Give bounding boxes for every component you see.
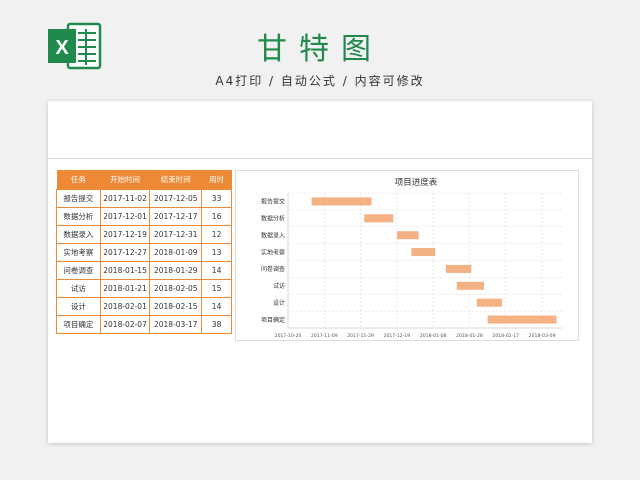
cell-task[interactable]: 数据分析 [56,207,101,226]
table-row: 数据录入 2017-12-19 2017-12-31 12 [56,225,232,244]
y-category-label: 实地考察 [261,248,285,256]
task-table: 任务 开始时间 结束时间 用时 报告提交 2017-11-02 2017-12-05… [56,170,232,334]
column-header-days: 用时 [201,170,232,190]
cell-start[interactable]: 2018-01-21 [99,279,151,298]
table-row: 项目确定 2018-02-07 2018-03-17 38 [56,315,232,334]
cell-end[interactable]: 2017-12-05 [149,189,203,208]
gantt-chart-svg: 项目进度表 2017-10-20 2017-11-09 2017-11-29 2017-… [261,177,562,339]
gantt-bar [445,264,472,273]
cell-start[interactable]: 2018-01-15 [99,261,151,280]
y-category-label: 试访 [273,282,285,290]
gantt-bar [311,197,372,206]
chart-title: 项目进度表 [395,177,438,188]
gantt-bar [456,281,484,290]
gantt-bar [476,298,503,307]
cell-task[interactable]: 问卷调查 [56,261,101,280]
page-subtitle: A4打印 / 自动公式 / 内容可修改 [215,74,425,88]
y-category-label: 报告提交 [261,198,285,206]
cell-task[interactable]: 报告提交 [56,189,101,208]
column-header-start: 开始时间 [100,170,150,190]
cell-end[interactable]: 2018-01-29 [149,261,203,280]
cell-start[interactable]: 2018-02-01 [99,297,151,316]
cell-task[interactable]: 试访 [56,279,101,298]
cell-end[interactable]: 2017-12-31 [149,225,203,244]
gantt-bar [411,248,435,257]
cell-task[interactable]: 实地考察 [56,243,101,262]
x-tick-label: 2017-11-09 [311,333,338,339]
gantt-chart[interactable]: 项目进度表 2017-10-20 2017-11-09 2017-11-29 2017-… [235,170,579,341]
cell-start[interactable]: 2017-12-19 [99,225,151,244]
cell-start[interactable]: 2017-12-27 [99,243,151,262]
x-tick-label: 2017-10-20 [275,333,302,339]
y-category-label: 数据分析 [261,215,285,223]
cell-days[interactable]: 14 [201,297,232,316]
y-category-label: 问卷调查 [261,265,285,273]
cell-end[interactable]: 2017-12-17 [149,207,203,226]
cell-days[interactable]: 13 [201,243,232,262]
x-tick-label: 2018-01-08 [420,333,447,339]
cell-task[interactable]: 设计 [56,297,101,316]
column-header-end: 结束时间 [149,170,202,190]
cell-end[interactable]: 2018-02-05 [149,279,203,298]
x-tick-label: 2017-11-29 [347,333,374,339]
table-row: 实地考察 2017-12-27 2018-01-09 13 [56,243,232,262]
y-category-label: 数据录入 [261,231,285,239]
cell-days[interactable]: 15 [201,279,232,298]
x-tick-label: 2017-12-19 [384,333,411,339]
x-tick-label: 2018-02-17 [492,333,519,339]
gantt-bar [364,214,394,223]
cell-start[interactable]: 2017-12-01 [99,207,151,226]
gantt-bar [487,315,557,324]
x-tick-label: 2018-01-28 [456,333,483,339]
cell-task[interactable]: 数据录入 [56,225,101,244]
column-header-task: 任务 [56,170,101,190]
x-tick-label: 2018-03-09 [529,333,556,339]
cell-days[interactable]: 33 [201,189,232,208]
cell-days[interactable]: 38 [201,315,232,334]
cell-start[interactable]: 2017-11-02 [99,189,151,208]
y-category-label: 设计 [273,299,285,307]
table-row: 设计 2018-02-01 2018-02-15 14 [56,297,232,316]
cell-end[interactable]: 2018-02-15 [149,297,203,316]
table-row: 报告提交 2017-11-02 2017-12-05 33 [56,189,232,208]
cell-start[interactable]: 2018-02-07 [99,315,151,334]
cell-days[interactable]: 14 [201,261,232,280]
cell-end[interactable]: 2018-03-17 [149,315,203,334]
table-row: 试访 2018-01-21 2018-02-05 15 [56,279,232,298]
cell-task[interactable]: 项目确定 [56,315,101,334]
divider [48,158,592,159]
table-row: 问卷调查 2018-01-15 2018-01-29 14 [56,261,232,280]
cell-days[interactable]: 16 [201,207,232,226]
cell-end[interactable]: 2018-01-09 [149,243,203,262]
table-row: 数据分析 2017-12-01 2017-12-17 16 [56,207,232,226]
table-header-row: 任务 开始时间 结束时间 用时 [56,170,232,190]
y-category-label: 项目确定 [261,316,285,324]
cell-days[interactable]: 12 [201,225,232,244]
gantt-bar [396,231,419,240]
page-title: 甘特图 [257,32,383,67]
